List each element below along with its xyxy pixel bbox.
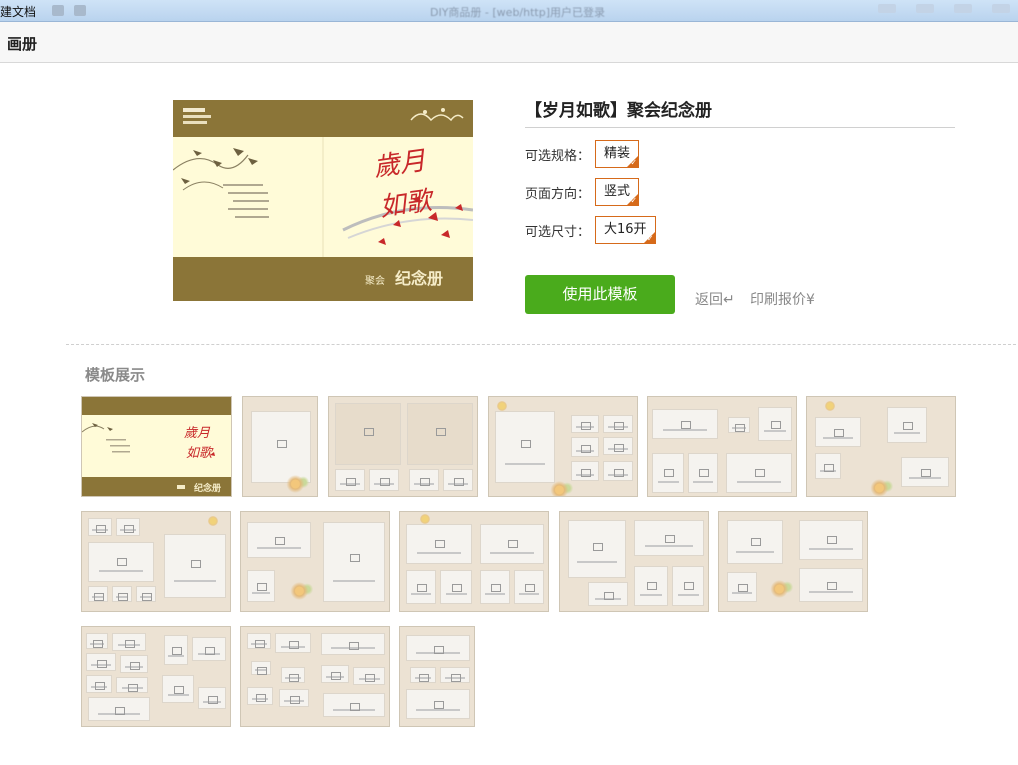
option-size-value[interactable]: 大16开 ✓ xyxy=(595,216,656,244)
product-title: 【岁月如歌】聚会纪念册 xyxy=(525,98,955,128)
template-thumb[interactable] xyxy=(240,511,390,612)
svg-text:如歌: 如歌 xyxy=(186,446,214,461)
template-cover-preview[interactable]: 歲月 如歌 聚会 纪念册 xyxy=(173,100,473,301)
template-thumb[interactable] xyxy=(81,626,231,727)
check-icon: ✓ xyxy=(646,234,654,243)
template-thumb[interactable] xyxy=(718,511,868,612)
option-orientation-label: 页面方向： xyxy=(525,186,591,202)
template-thumb[interactable] xyxy=(647,396,797,497)
window-titlebar: 建文档 DIY商品册 - [web/http]用户已登录 xyxy=(0,0,1018,22)
app-name: 建文档 xyxy=(0,5,37,19)
template-thumb[interactable] xyxy=(399,626,475,727)
app-header: 画册 xyxy=(0,22,1018,63)
use-template-button[interactable]: 使用此模板 xyxy=(525,275,675,314)
cover-thumb-illustration: 歲月 如歌 纪念册 xyxy=(82,397,231,496)
option-orientation: 页面方向： 竖式 ✓ xyxy=(525,178,640,206)
option-spec-value[interactable]: 精装 ✓ xyxy=(595,140,640,168)
maximize-icon[interactable] xyxy=(954,4,972,13)
product-info-panel: 【岁月如歌】聚会纪念册 可选规格： 精装 ✓ 页面方向： 竖式 ✓ 可选尺寸： … xyxy=(525,98,955,244)
close-icon[interactable] xyxy=(992,4,1010,13)
cover-illustration: 歲月 如歌 聚会 纪念册 xyxy=(173,100,473,301)
document-title: DIY商品册 - [web/http]用户已登录 xyxy=(430,6,606,19)
template-section-title: 模板展示 xyxy=(85,366,146,384)
back-link[interactable]: 返回↵ xyxy=(695,289,735,309)
template-thumb[interactable] xyxy=(399,511,549,612)
option-spec-label: 可选规格： xyxy=(525,148,591,164)
template-thumb[interactable]: 歲月 如歌 纪念册 xyxy=(81,396,232,497)
check-icon: ✓ xyxy=(630,158,638,167)
print-quote-link[interactable]: 印刷报价¥ xyxy=(750,289,815,309)
help-icon[interactable] xyxy=(878,4,896,13)
template-thumb[interactable] xyxy=(328,396,478,497)
svg-text:纪念册: 纪念册 xyxy=(194,482,221,494)
check-icon: ✓ xyxy=(630,196,638,205)
option-size-label: 可选尺寸： xyxy=(525,224,591,240)
titlebar-quick-icons xyxy=(52,5,86,16)
option-spec: 可选规格： 精装 ✓ xyxy=(525,140,640,168)
option-orientation-value[interactable]: 竖式 ✓ xyxy=(595,178,640,206)
window-controls xyxy=(878,4,1010,13)
dropdown-icon[interactable] xyxy=(74,5,86,16)
template-thumb[interactable] xyxy=(806,396,956,497)
template-thumb[interactable] xyxy=(488,396,638,497)
cover-album-text: 纪念册 xyxy=(395,269,443,288)
cover-subtitle: 聚会 xyxy=(365,274,385,287)
template-thumb[interactable] xyxy=(81,511,231,612)
option-size: 可选尺寸： 大16开 ✓ xyxy=(525,216,656,244)
svg-text:歲月: 歲月 xyxy=(184,426,211,441)
minimize-icon[interactable] xyxy=(916,4,934,13)
template-thumb[interactable] xyxy=(242,396,318,497)
print-icon[interactable] xyxy=(52,5,64,16)
section-divider xyxy=(66,344,1016,345)
template-thumb[interactable] xyxy=(559,511,709,612)
page-title: 画册 xyxy=(7,35,38,53)
template-thumb[interactable] xyxy=(240,626,390,727)
